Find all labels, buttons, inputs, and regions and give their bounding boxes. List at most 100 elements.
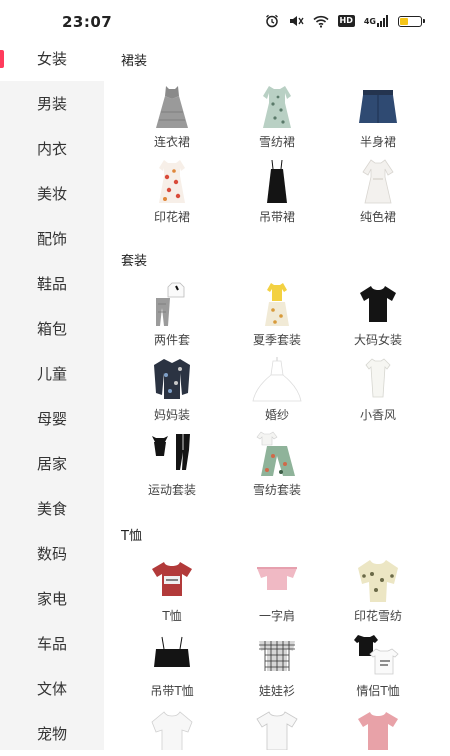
subcategory-label: 连衣裙 — [153, 135, 190, 149]
sidebar-item-label: 儿童 — [36, 365, 67, 383]
alarm-icon — [265, 14, 279, 28]
subcategory-item[interactable]: 娃娃衫 — [227, 631, 327, 703]
subcategory-label: 印花裙 — [153, 210, 190, 224]
off-shoulder-top-icon — [251, 556, 303, 604]
printed-jacket-icon — [146, 355, 198, 403]
subcategory-item[interactable]: 连衣裙 — [122, 82, 222, 154]
subcategory-item[interactable]: T恤 — [122, 556, 222, 628]
subcategory-item[interactable] — [122, 706, 222, 750]
battery-icon — [398, 15, 425, 27]
sidebar-item-label: 美食 — [36, 500, 67, 518]
subcategory-item[interactable]: 吊带裙 — [227, 157, 327, 229]
subcategory-item[interactable]: 雪纺套装 — [227, 430, 327, 502]
couple-tshirt-icon — [352, 631, 404, 679]
sidebar-item[interactable]: 美食 — [0, 486, 104, 531]
subcategory-label: 运动套装 — [147, 483, 196, 497]
sidebar-item[interactable]: 箱包 — [0, 306, 104, 351]
slip-dress-icon — [251, 157, 303, 205]
white-blouse-icon — [146, 706, 198, 750]
subcategory-label: 半身裙 — [359, 135, 396, 149]
subcategory-label: 雪纺裙 — [258, 135, 295, 149]
sidebar-item[interactable]: 宠物 — [0, 711, 104, 756]
sidebar-item[interactable]: 文体 — [0, 666, 104, 711]
sidebar-item[interactable]: 母婴 — [0, 396, 104, 441]
sidebar-item[interactable]: 配饰 — [0, 216, 104, 261]
sidebar-item[interactable]: 数码 — [0, 531, 104, 576]
subcategory-label: 纯色裙 — [359, 210, 396, 224]
sidebar-item-label: 箱包 — [36, 320, 67, 338]
subcategory-label: 娃娃衫 — [258, 684, 295, 698]
sidebar-item-label: 女装 — [36, 50, 67, 68]
black-crop-top-icon — [146, 631, 198, 679]
subcategory-label: 妈妈装 — [153, 408, 190, 422]
subcategory-label: 婚纱 — [264, 408, 289, 422]
sidebar-item-label: 母婴 — [36, 410, 67, 428]
two-piece-set-icon — [146, 280, 198, 328]
white-tshirt-icon — [251, 706, 303, 750]
status-time: 23:07 — [62, 13, 113, 31]
sidebar-item-label: 配饰 — [36, 230, 67, 248]
subcategory-label: 小香风 — [359, 408, 396, 422]
battery-level — [400, 17, 408, 25]
subcategory-item[interactable]: 婚纱 — [227, 355, 327, 427]
subcategory-label: T恤 — [162, 609, 182, 623]
sidebar-item[interactable]: 儿童 — [0, 351, 104, 396]
subcategory-label: 大码女装 — [353, 333, 402, 347]
black-tshirt-icon — [352, 280, 404, 328]
denim-skirt-icon — [352, 82, 404, 130]
chiffon-set-icon — [251, 430, 303, 478]
category-sidebar: 女装 男装 内衣 美妆 配饰 鞋品 箱包 儿童 母婴 居家 美食 数码 家电 车品 文体 宠物 — [0, 36, 104, 750]
sidebar-item-label: 数码 — [36, 545, 67, 563]
sport-set-icon — [146, 430, 198, 478]
subcategory-item[interactable]: 小香风 — [328, 355, 428, 427]
section-title: 裙装 — [121, 54, 148, 69]
section-title: 套装 — [121, 254, 148, 269]
section-title: T恤 — [121, 529, 142, 544]
plaid-doll-top-icon — [251, 631, 303, 679]
subcategory-item[interactable] — [328, 706, 428, 750]
sidebar-item-label: 鞋品 — [36, 275, 67, 293]
subcategory-item[interactable]: 两件套 — [122, 280, 222, 352]
subcategory-item[interactable]: 雪纺裙 — [227, 82, 327, 154]
subcategory-panel: 裙装连衣裙 雪纺裙 半身裙印花裙 吊带裙 纯色裙套装两件套 夏季套装 大码女装妈妈装 婚纱 小香… — [104, 36, 450, 750]
subcategory-item[interactable]: 印花裙 — [122, 157, 222, 229]
wifi-icon — [312, 15, 329, 28]
subcategory-item[interactable]: 情侣T恤 — [328, 631, 428, 703]
pink-tshirt-icon — [352, 706, 404, 750]
sidebar-item[interactable]: 内衣 — [0, 126, 104, 171]
subcategory-item[interactable]: 半身裙 — [328, 82, 428, 154]
sidebar-item[interactable]: 女装 — [0, 36, 104, 81]
sidebar-item-label: 文体 — [36, 680, 67, 698]
sidebar-item[interactable]: 鞋品 — [0, 261, 104, 306]
sidebar-item-label: 车品 — [36, 635, 67, 653]
floral-blouse-icon — [352, 556, 404, 604]
subcategory-item[interactable]: 印花雪纺 — [328, 556, 428, 628]
subcategory-item[interactable]: 吊带T恤 — [122, 631, 222, 703]
sidebar-item-label: 美妆 — [36, 185, 67, 203]
subcategory-label: 吊带裙 — [258, 210, 295, 224]
sidebar-item[interactable]: 美妆 — [0, 171, 104, 216]
subcategory-item[interactable] — [227, 706, 327, 750]
subcategory-label: 一字肩 — [258, 609, 295, 623]
subcategory-label: 吊带T恤 — [150, 684, 194, 698]
subcategory-item[interactable]: 运动套装 — [122, 430, 222, 502]
floral-chiffon-dress-icon — [251, 82, 303, 130]
subcategory-item[interactable]: 妈妈装 — [122, 355, 222, 427]
sidebar-item[interactable]: 居家 — [0, 441, 104, 486]
subcategory-label: 雪纺套装 — [252, 483, 301, 497]
summer-set-icon — [251, 280, 303, 328]
sidebar-item[interactable]: 家电 — [0, 576, 104, 621]
subcategory-item[interactable]: 大码女装 — [328, 280, 428, 352]
white-top-icon — [352, 355, 404, 403]
sidebar-item[interactable]: 车品 — [0, 621, 104, 666]
subcategory-item[interactable]: 夏季套装 — [227, 280, 327, 352]
cellular-signal-icon: 4G — [364, 15, 389, 27]
subcategory-item[interactable]: 一字肩 — [227, 556, 327, 628]
subcategory-label: 夏季套装 — [252, 333, 301, 347]
subcategory-item[interactable]: 纯色裙 — [328, 157, 428, 229]
gray-dress-icon — [146, 82, 198, 130]
subcategory-label: 印花雪纺 — [353, 609, 402, 623]
sidebar-item-label: 内衣 — [36, 140, 67, 158]
network-type: 4G — [363, 16, 376, 26]
sidebar-item[interactable]: 男装 — [0, 81, 104, 126]
